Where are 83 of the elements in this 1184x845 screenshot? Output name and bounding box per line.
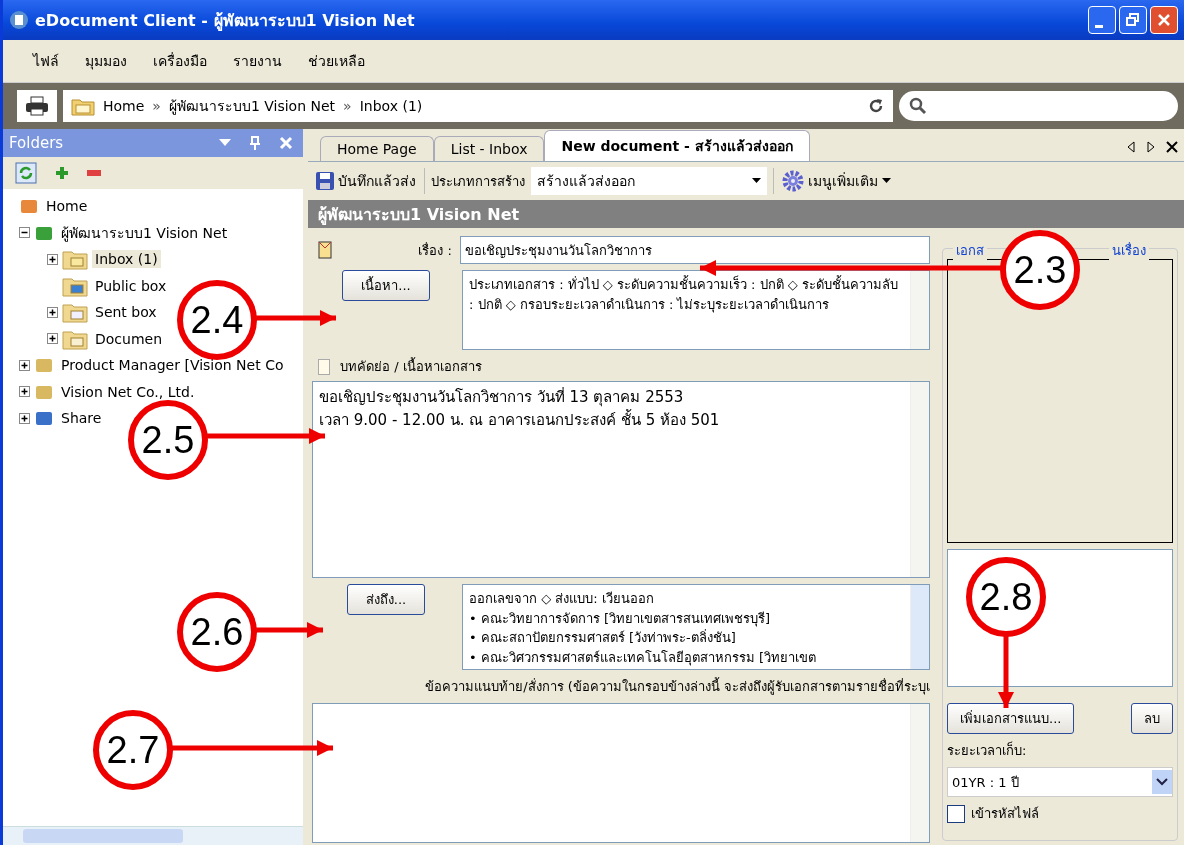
- close-icon[interactable]: [1166, 141, 1178, 153]
- abstract-field[interactable]: ขอเชิญประชุมงานวันโลกวิชาการ วันที่ 13 ตุลาคม 2553 เวลา 9.00 - 12.00 น. ณ อาคารเอนกประสงค์ ชั้น 5 ห้อง 501: [312, 381, 930, 578]
- recipient-list: ออกเลขจาก ◇ ส่งแบบ: เวียนออก • คณะวิทยาการจัดการ [วิทยาเขตสารสนเทศเพชรบุรี] • คณะสถาปัตยกรรมศาสตร์ [วังท่าพระ-ตลิ่งชัน] • คณะวิศวกรรมศาสตร์และเทคโนโลยีอุตสาหกรรม [วิทยาเขต: [462, 584, 930, 670]
- vertical-scrollbar[interactable]: [910, 382, 929, 577]
- menu-item[interactable]: ไฟล์: [23, 50, 75, 72]
- minimize-button[interactable]: [1088, 6, 1116, 34]
- document-info-box: ประเภทเอกสาร : ทั่วไป ◇ ระดับความชั้นความเร็ว : ปกติ ◇ ระดับชั้นความลับ : ปกติ ◇ กรอบระยะเวลาดำเนินการ : ไม่ระบุระยะเวลาดำเนินการ: [462, 270, 930, 350]
- tree-item[interactable]: Documen: [92, 329, 166, 348]
- creation-type-dropdown[interactable]: สร้างแล้วส่งออก: [531, 167, 767, 195]
- vertical-scrollbar[interactable]: [910, 585, 929, 669]
- print-button[interactable]: [17, 90, 57, 122]
- printer-icon: [25, 96, 49, 116]
- retention-dropdown[interactable]: 01YR : 1 ปี: [947, 767, 1173, 797]
- scroll-left-icon[interactable]: [1126, 141, 1136, 153]
- add-icon[interactable]: [55, 166, 69, 180]
- expand-toggle-icon[interactable]: [47, 306, 58, 318]
- creation-type-label: ประเภทการสร้าง: [431, 172, 525, 191]
- menu-item[interactable]: รายงาน: [223, 50, 298, 72]
- envelope-icon: [318, 241, 332, 259]
- subject-field[interactable]: ขอเชิญประชุมงานวันโลกวิชาการ: [460, 236, 930, 264]
- window-title: eDocument Client - ผู้พัฒนาระบบ1 Vision Net: [35, 9, 416, 33]
- menu-item[interactable]: ช่วยเหลือ: [298, 50, 381, 72]
- breadcrumb-item[interactable]: Inbox (1): [359, 98, 423, 114]
- address-field[interactable]: Home » ผู้พัฒนาระบบ1 Vision Net » Inbox (1): [63, 90, 893, 122]
- abstract-label: บทคัดย่อ / เนื้อหาเอกสาร: [340, 356, 482, 376]
- menu-item[interactable]: เครื่องมือ: [143, 50, 223, 72]
- vertical-scrollbar[interactable]: [910, 704, 929, 842]
- expand-toggle-icon[interactable]: [19, 227, 30, 239]
- tree-item[interactable]: Share: [58, 409, 105, 428]
- dropdown-icon[interactable]: [219, 139, 231, 147]
- delete-button[interactable]: ลบ: [1131, 703, 1173, 734]
- breadcrumb-item[interactable]: ผู้พัฒนาระบบ1 Vision Net: [168, 95, 336, 117]
- note-field[interactable]: [312, 703, 930, 843]
- expand-toggle-icon[interactable]: [19, 412, 30, 424]
- document-icon: [318, 358, 330, 375]
- pin-icon[interactable]: [249, 136, 261, 150]
- expand-toggle-icon[interactable]: [19, 386, 30, 398]
- horizontal-scrollbar[interactable]: [3, 826, 303, 845]
- tab[interactable]: New document - สร้างแล้วส่งออก: [544, 130, 810, 161]
- tree-item[interactable]: Public box: [92, 276, 170, 295]
- vertical-scrollbar[interactable]: [910, 271, 929, 349]
- breadcrumb-separator: »: [152, 98, 161, 114]
- breadcrumb-item[interactable]: Home: [103, 98, 145, 114]
- restore-button[interactable]: [1119, 6, 1147, 34]
- more-menu-button[interactable]: เมนูเพิ่มเติม: [780, 168, 893, 194]
- content-button[interactable]: เนื้อหา...: [342, 270, 430, 301]
- tree-item[interactable]: Home: [43, 197, 91, 216]
- subject-label: เรื่อง :: [417, 241, 452, 260]
- tree-item[interactable]: Vision Net Co., Ltd.: [58, 382, 198, 401]
- note-label: ข้อความแนบท้าย/สั่งการ (ข้อความในกรอบข้างล่างนี้ จะส่งถึงผู้รับเอกสารตามรายชื่อที่ระบุเ: [424, 676, 930, 697]
- expand-toggle-icon[interactable]: [47, 253, 58, 265]
- restore-icon: [1126, 13, 1140, 27]
- panel-title: Folders: [9, 134, 65, 152]
- refresh-icon[interactable]: [867, 97, 885, 115]
- retention-label: ระยะเวลาเก็บ:: [947, 740, 1028, 760]
- app-icon: [9, 10, 29, 30]
- encrypt-file-label: เข้ารหัสไฟล์: [971, 805, 1039, 823]
- gear-icon: [782, 170, 804, 192]
- scroll-right-icon[interactable]: [1146, 141, 1156, 153]
- tab[interactable]: Home Page: [320, 136, 434, 161]
- search-field[interactable]: [899, 91, 1178, 121]
- add-attachment-button[interactable]: เพิ่มเอกสารแนบ...: [947, 703, 1075, 734]
- menu-item[interactable]: มุมมอง: [75, 50, 143, 72]
- minimize-icon: [1095, 24, 1103, 28]
- tree-item[interactable]: Sent box: [92, 303, 160, 322]
- close-button[interactable]: [1150, 6, 1178, 34]
- tree-item[interactable]: Inbox (1): [92, 250, 161, 269]
- close-icon: [1157, 13, 1171, 27]
- dropdown-icon: [752, 178, 761, 184]
- breadcrumb-separator: »: [343, 98, 352, 114]
- expand-toggle-icon[interactable]: [19, 359, 30, 371]
- expand-toggle-icon[interactable]: [47, 333, 58, 345]
- section-header: ผู้พัฒนาระบบ1 Vision Net: [308, 200, 1184, 228]
- save-and-send-button[interactable]: บันทึกแล้วส่ง: [314, 168, 418, 194]
- save-icon: [316, 172, 334, 190]
- attachments-legend: นเรื่อง: [1109, 240, 1149, 261]
- chevron-down-icon: [1156, 778, 1168, 786]
- tab[interactable]: List - Inbox: [433, 136, 545, 161]
- send-to-button[interactable]: ส่งถึง...: [346, 584, 426, 615]
- search-icon: [909, 97, 927, 115]
- caret-icon: [882, 178, 891, 184]
- checkbox[interactable]: [947, 804, 965, 823]
- tree-item[interactable]: ผู้พัฒนาระบบ1 Vision Net: [58, 220, 231, 245]
